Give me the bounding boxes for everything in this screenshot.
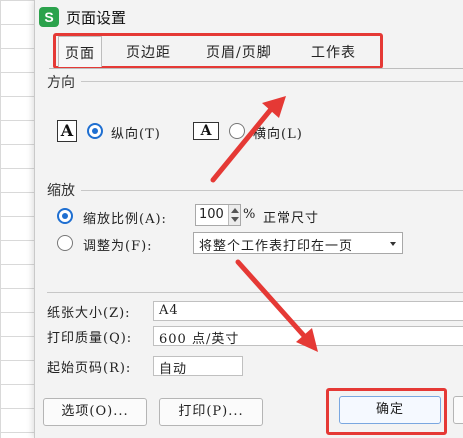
arrow-to-ok-button (235, 259, 318, 352)
annotation-arrows (210, 96, 318, 352)
arrow-to-tabs (210, 96, 286, 183)
